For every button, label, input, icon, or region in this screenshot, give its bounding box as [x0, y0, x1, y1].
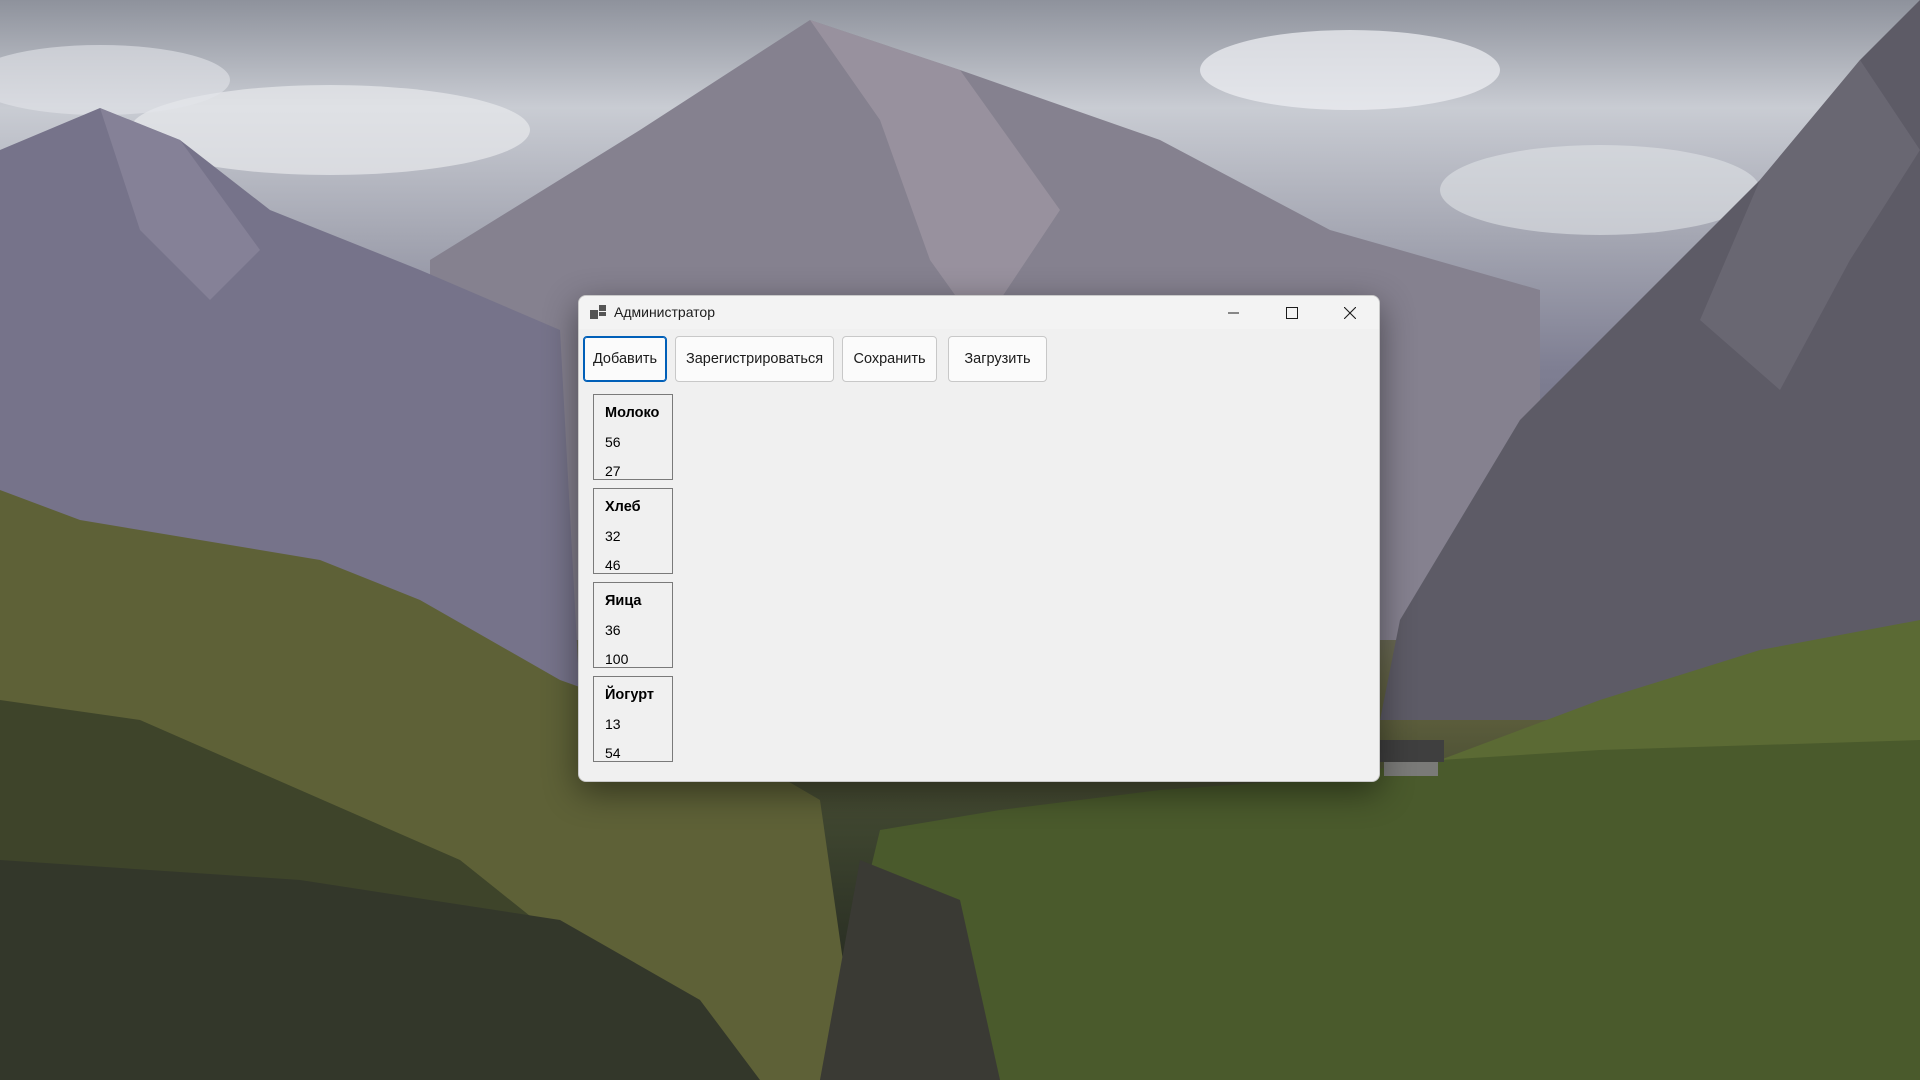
product-card: Молоко 56 27 [593, 394, 673, 480]
product-value-2: 46 [605, 557, 621, 573]
maximize-icon [1286, 307, 1298, 319]
admin-window: Администратор Добавить Зарегистрироватьс… [578, 295, 1380, 782]
save-button[interactable]: Сохранить [842, 336, 937, 382]
register-button[interactable]: Зарегистрироваться [675, 336, 834, 382]
product-card: Хлеб 32 46 [593, 488, 673, 574]
toolbar: Добавить Зарегистрироваться Сохранить За… [579, 336, 1379, 384]
product-value-2: 54 [605, 745, 621, 761]
close-button[interactable] [1321, 296, 1379, 329]
product-value-2: 27 [605, 463, 621, 479]
product-name: Молоко [605, 405, 660, 421]
window-title: Администратор [614, 304, 716, 320]
product-value-1: 56 [605, 434, 621, 450]
product-name: Йогурт [605, 687, 654, 703]
add-button[interactable]: Добавить [583, 336, 667, 382]
product-card: Яица 36 100 [593, 582, 673, 668]
product-value-2: 100 [605, 651, 629, 667]
product-name: Яица [605, 593, 642, 609]
close-icon [1344, 307, 1356, 319]
title-bar[interactable]: Администратор [579, 296, 1379, 329]
minimize-button[interactable] [1205, 296, 1263, 329]
product-value-1: 13 [605, 716, 621, 732]
minimize-icon [1228, 312, 1239, 314]
app-window-icon [590, 305, 606, 319]
product-value-1: 32 [605, 528, 621, 544]
maximize-button[interactable] [1263, 296, 1321, 329]
product-value-1: 36 [605, 622, 621, 638]
load-button[interactable]: Загрузить [948, 336, 1047, 382]
product-card: Йогурт 13 54 [593, 676, 673, 762]
product-name: Хлеб [605, 499, 641, 515]
